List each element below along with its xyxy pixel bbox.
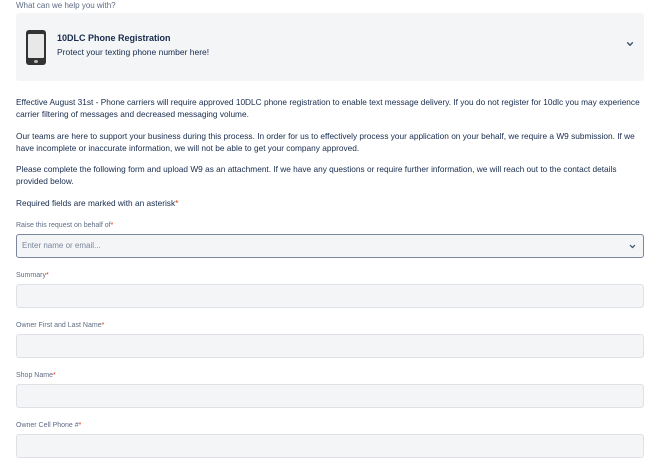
shop-name-label: Shop Name* xyxy=(16,372,56,379)
shop-name-label-text: Shop Name xyxy=(16,372,53,379)
chevron-down-icon[interactable] xyxy=(629,243,636,250)
owner-name-label: Owner First and Last Name* xyxy=(16,322,104,329)
required-note: Required fields are marked with an aster… xyxy=(16,197,644,209)
on-behalf-label-text: Raise this request on behalf of xyxy=(16,222,111,229)
required-asterisk: * xyxy=(52,372,56,379)
summary-input[interactable] xyxy=(16,284,644,308)
owner-name-input[interactable] xyxy=(16,334,644,358)
phone-icon xyxy=(26,30,46,65)
summary-label-text: Summary xyxy=(16,272,46,279)
owner-name-label-text: Owner First and Last Name xyxy=(16,322,102,329)
request-type-title: 10DLC Phone Registration xyxy=(57,33,171,43)
intro-paragraph-3: Please complete the following form and u… xyxy=(16,164,617,186)
required-asterisk: * xyxy=(45,272,49,279)
owner-phone-label: Owner Cell Phone #* xyxy=(16,422,81,429)
on-behalf-placeholder: Enter name or email... xyxy=(22,241,101,250)
shop-name-input[interactable] xyxy=(16,384,644,408)
required-asterisk: * xyxy=(110,222,114,229)
intro-paragraph-1: Effective August 31st - Phone carriers w… xyxy=(16,97,640,119)
owner-phone-label-text: Owner Cell Phone # xyxy=(16,422,79,429)
chevron-down-icon[interactable] xyxy=(626,40,634,48)
on-behalf-select[interactable]: Enter name or email... xyxy=(16,234,644,258)
required-asterisk: * xyxy=(78,422,82,429)
required-asterisk: * xyxy=(101,322,105,329)
owner-phone-input[interactable] xyxy=(16,434,644,458)
required-note-text: Required fields are marked with an aster… xyxy=(16,198,176,208)
request-form-page: What can we help you with? 10DLC Phone R… xyxy=(0,0,670,467)
required-asterisk: * xyxy=(175,198,179,208)
summary-label: Summary* xyxy=(16,272,49,279)
intro-paragraph-2: Our teams are here to support your busin… xyxy=(16,131,635,153)
on-behalf-label: Raise this request on behalf of* xyxy=(16,222,113,229)
request-type-subtitle: Protect your texting phone number here! xyxy=(57,47,210,57)
request-type-label: What can we help you with? xyxy=(16,1,116,10)
request-type-selector[interactable]: 10DLC Phone Registration Protect your te… xyxy=(16,13,644,81)
